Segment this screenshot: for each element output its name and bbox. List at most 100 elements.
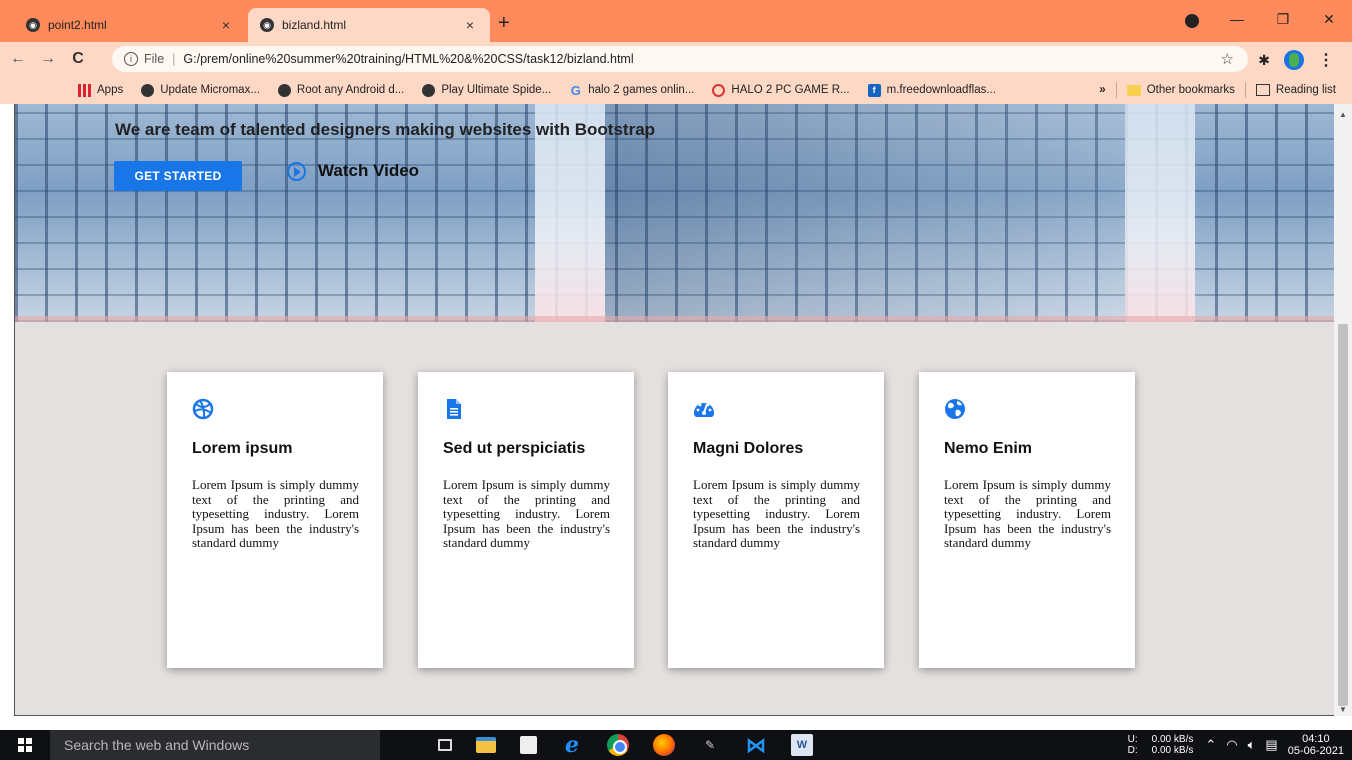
bookmark-item[interactable]: Ghalo 2 games onlin... xyxy=(569,82,695,98)
firefox-icon[interactable] xyxy=(653,734,675,756)
card-title: Magni Dolores xyxy=(693,440,804,457)
volume-icon[interactable]: 🔈︎ xyxy=(1248,737,1256,753)
watch-video-label: Watch Video xyxy=(318,161,420,180)
word-icon[interactable]: W xyxy=(791,734,813,756)
system-tray: U: 0.00 kB/s D: 0.00 kB/s ⌃ ◠ 🔈︎ ▤ 04:10 0… xyxy=(1128,730,1344,760)
tab-strip: ◉ point2.html × ◉ bizland.html × + — ❐ ✕ xyxy=(0,0,1352,42)
restore-icon[interactable]: ❐ xyxy=(1260,11,1306,28)
hero-background xyxy=(605,104,1125,322)
get-started-button[interactable]: GET STARTED xyxy=(114,161,242,191)
apps-grid-icon xyxy=(78,83,91,97)
other-bookmarks-button[interactable]: Other bookmarks xyxy=(1126,84,1235,96)
speedometer-icon xyxy=(693,398,715,420)
close-icon[interactable]: × xyxy=(218,17,234,33)
scrollbar-thumb[interactable] xyxy=(1338,324,1348,706)
url-separator: | xyxy=(172,52,176,66)
bookmarks-right: » Other bookmarks Reading list xyxy=(1099,76,1336,104)
chrome-icon[interactable] xyxy=(607,734,629,756)
dribbble-icon xyxy=(192,398,214,420)
scroll-up-icon[interactable]: ▲ xyxy=(1339,110,1347,119)
page-scrollbar[interactable]: ▲ ▼ xyxy=(1334,104,1352,716)
globe-icon: ◉ xyxy=(26,18,40,32)
task-view-icon[interactable] xyxy=(438,739,452,751)
wifi-icon[interactable]: ◠ xyxy=(1226,737,1237,753)
bookmark-item[interactable]: f m.freedownloadflas... xyxy=(867,83,996,97)
document-icon xyxy=(443,398,465,420)
windows-logo-icon xyxy=(18,738,32,752)
bookmarks-overflow-button[interactable]: » xyxy=(1099,84,1105,96)
taskbar-apps: e ✎ ⋈ W xyxy=(438,732,813,758)
globe-icon xyxy=(422,83,436,97)
bookmark-item[interactable]: Play Ultimate Spide... xyxy=(422,83,551,97)
tab-bizland[interactable]: ◉ bizland.html × xyxy=(248,8,490,42)
forward-icon[interactable]: → xyxy=(36,50,60,68)
service-card: Magni Dolores Lorem Ipsum is simply dumm… xyxy=(668,372,884,668)
globe-icon xyxy=(277,83,291,97)
minimize-icon[interactable]: — xyxy=(1214,11,1260,27)
info-icon[interactable]: i xyxy=(124,52,138,66)
scroll-down-icon[interactable]: ▼ xyxy=(1339,705,1347,714)
bookmarks-bar: Apps Update Micromax... Root any Android… xyxy=(0,76,1352,104)
back-icon[interactable]: ← xyxy=(6,50,30,68)
service-card: Sed ut perspiciatis Lorem Ipsum is simpl… xyxy=(418,372,634,668)
card-text: Lorem Ipsum is simply dummy text of the … xyxy=(443,477,610,550)
bookmark-item[interactable]: Update Micromax... xyxy=(141,83,260,97)
profile-icon[interactable] xyxy=(1185,14,1199,28)
avatar[interactable] xyxy=(1284,50,1304,70)
vscode-icon[interactable]: ⋈ xyxy=(745,734,767,757)
bookmark-item[interactable]: Root any Android d... xyxy=(277,83,404,97)
store-icon[interactable] xyxy=(520,736,537,754)
bookmark-item[interactable]: HALO 2 PC GAME R... xyxy=(712,83,850,97)
reading-list-icon xyxy=(1255,84,1270,96)
extensions-icon[interactable]: ✱ xyxy=(1258,52,1270,69)
hero-subtitle: We are team of talented designers making… xyxy=(115,120,656,139)
globe-icon xyxy=(141,83,155,97)
clock-date: 05-06-2021 xyxy=(1287,745,1344,757)
page-viewport: We are team of talented designers making… xyxy=(14,104,1334,716)
tab-title: point2.html xyxy=(48,18,107,32)
notifications-icon[interactable]: ▤ xyxy=(1265,737,1277,753)
bookmark-apps[interactable]: Apps xyxy=(20,83,123,97)
taskbar-search-input[interactable]: Search the web and Windows xyxy=(50,730,380,760)
menu-icon[interactable]: ⋮ xyxy=(1318,50,1334,70)
toolbar-right: ✱ ⋮ xyxy=(1258,50,1334,70)
globe-icon: ◉ xyxy=(260,18,274,32)
card-text: Lorem Ipsum is simply dummy text of the … xyxy=(192,477,359,550)
bookmark-star-icon[interactable]: ☆ xyxy=(1221,50,1234,68)
browser-toolbar: ← → C i File | G:/prem/online%20summer%2… xyxy=(0,42,1352,76)
new-tab-button[interactable]: + xyxy=(498,12,510,35)
service-card: Lorem ipsum Lorem Ipsum is simply dummy … xyxy=(167,372,383,668)
google-icon: G xyxy=(570,82,581,98)
window-controls: — ❐ ✕ xyxy=(1214,0,1352,38)
tab-title: bizland.html xyxy=(282,18,347,32)
address-bar[interactable]: i File | G:/prem/online%20summer%20train… xyxy=(112,46,1248,72)
clock[interactable]: 04:10 05-06-2021 xyxy=(1288,733,1344,757)
card-title: Lorem ipsum xyxy=(192,440,293,457)
card-text: Lorem Ipsum is simply dummy text of the … xyxy=(944,477,1111,550)
reload-icon[interactable]: C xyxy=(66,50,90,68)
url-scheme: File xyxy=(144,52,165,66)
chevron-up-icon[interactable]: ⌃ xyxy=(1205,737,1216,753)
file-explorer-icon[interactable] xyxy=(476,737,496,753)
pen-icon[interactable]: ✎ xyxy=(699,734,721,756)
hero-background xyxy=(1125,104,1195,322)
card-text: Lorem Ipsum is simply dummy text of the … xyxy=(693,477,860,550)
reading-list-button[interactable]: Reading list xyxy=(1255,84,1336,96)
folder-icon xyxy=(1126,84,1141,96)
card-title: Nemo Enim xyxy=(944,440,1033,457)
close-icon[interactable]: × xyxy=(462,17,478,33)
taskbar: Search the web and Windows e ✎ ⋈ W U: 0.0… xyxy=(0,730,1352,760)
url-text[interactable]: G:/prem/online%20summer%20training/HTML%… xyxy=(183,52,633,66)
network-speed: U: 0.00 kB/s D: 0.00 kB/s xyxy=(1127,734,1194,756)
card-title: Sed ut perspiciatis xyxy=(443,440,586,457)
f-favicon-icon: f xyxy=(867,83,881,97)
hero-section: We are team of talented designers making… xyxy=(15,104,1334,322)
close-window-icon[interactable]: ✕ xyxy=(1306,11,1352,28)
edge-icon[interactable]: e xyxy=(561,732,583,758)
play-icon xyxy=(287,161,306,181)
service-card: Nemo Enim Lorem Ipsum is simply dummy te… xyxy=(919,372,1135,668)
start-button[interactable] xyxy=(0,730,50,760)
blocked-icon xyxy=(712,83,726,97)
tab-point2[interactable]: ◉ point2.html × xyxy=(14,8,246,42)
watch-video-link[interactable]: Watch Video xyxy=(287,161,419,181)
